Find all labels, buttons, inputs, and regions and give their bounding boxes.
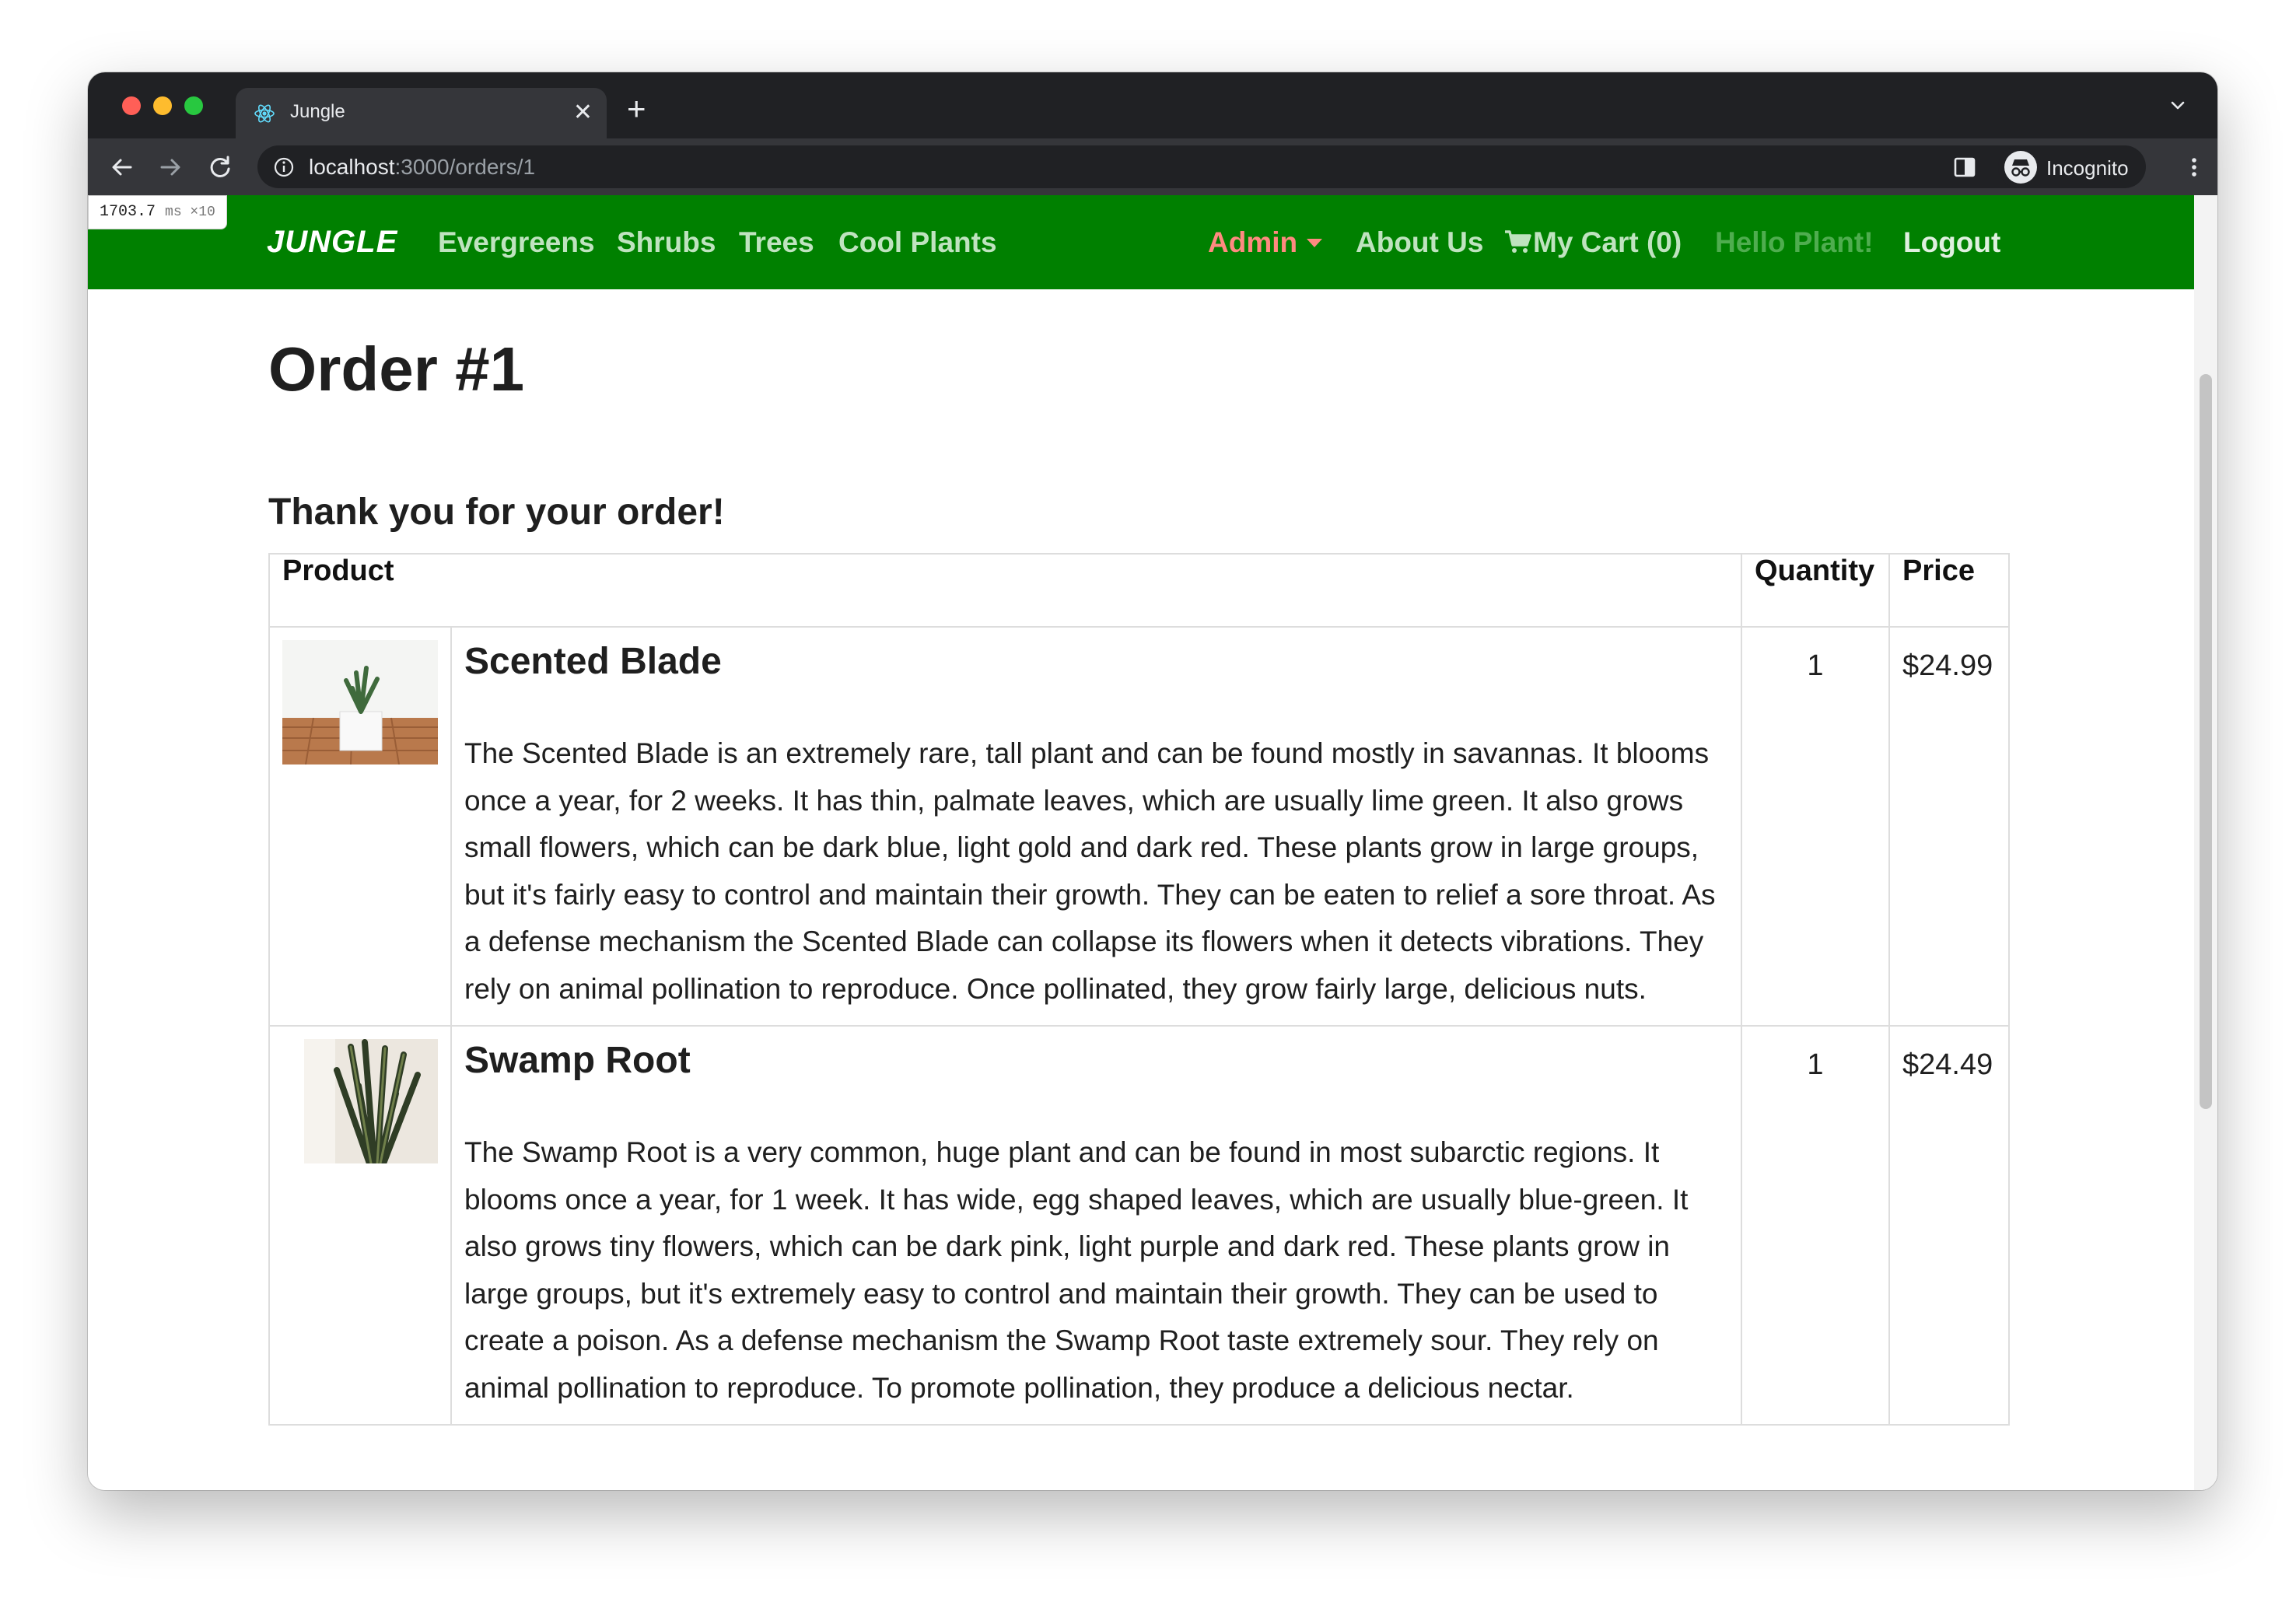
quantity-column-header: Quantity [1741, 553, 1890, 628]
snake-plant-image [304, 1039, 438, 1163]
render-time-unit: ms ×10 [165, 205, 215, 220]
product-name: Swamp Root [464, 1040, 691, 1081]
brand-logo[interactable]: JUNGLE [267, 225, 397, 260]
page-title: Order #1 [268, 334, 525, 404]
product-description: The Swamp Root is a very common, huge pl… [464, 1136, 1689, 1404]
more-menu-icon[interactable] [2180, 153, 2208, 181]
potted-plant-image [282, 640, 438, 765]
browser-toolbar: localhost:3000/orders/1 Incognito [88, 138, 2217, 195]
admin-label: Admin [1208, 226, 1298, 258]
my-cart-label: My Cart (0) [1533, 226, 1682, 258]
info-icon[interactable] [273, 156, 295, 178]
shopping-cart-icon [1505, 230, 1531, 253]
title-bar: Jungle ✕ + [88, 72, 2217, 138]
incognito-profile-button[interactable]: Incognito [1998, 145, 2146, 188]
url-text: localhost:3000/orders/1 [309, 155, 535, 180]
hello-user-text: Hello Plant! [1715, 226, 1874, 258]
product-name: Scented Blade [464, 641, 722, 682]
table-header-row: Product Quantity Price [268, 553, 2010, 628]
close-window-button[interactable] [122, 96, 141, 115]
url-host: localhost [309, 155, 395, 179]
product-column-header: Product [268, 553, 1742, 628]
scrollbar-thumb[interactable] [2200, 374, 2212, 1109]
nav-link-about-us[interactable]: About Us [1356, 226, 1483, 259]
quantity-cell: 1 [1741, 626, 1890, 1027]
side-panel-icon[interactable] [1951, 153, 1979, 181]
page-scrollbar[interactable] [2194, 195, 2217, 1490]
admin-dropdown[interactable]: Admin [1208, 226, 1323, 259]
product-details-cell: Scented Blade The Scented Blade is an ex… [450, 626, 1742, 1027]
tab-title: Jungle [290, 101, 345, 122]
order-items-table: Product Quantity Price Scented Blade The… [268, 553, 2010, 1426]
browser-window: Jungle ✕ + localhost:3000/orders/1 Incog… [88, 72, 2217, 1490]
product-description: The Scented Blade is an extremely rare, … [464, 737, 1716, 1005]
price-column-header: Price [1888, 553, 2010, 628]
nav-link-cool-plants[interactable]: Cool Plants [838, 226, 997, 259]
maximize-window-button[interactable] [184, 96, 203, 115]
site-navbar: JUNGLE Evergreens Shrubs Trees Cool Plan… [88, 195, 2194, 289]
tab-jungle[interactable]: Jungle ✕ [236, 88, 607, 138]
nav-link-trees[interactable]: Trees [739, 226, 814, 259]
page-viewport: 1703.7 ms ×10 JUNGLE Evergreens Shrubs T… [88, 195, 2217, 1490]
logout-link[interactable]: Logout [1903, 226, 2000, 259]
render-time-value: 1703.7 [100, 203, 156, 221]
product-details-cell: Swamp Root The Swamp Root is a very comm… [450, 1025, 1742, 1426]
nav-link-shrubs[interactable]: Shrubs [617, 226, 716, 259]
profile-label: Incognito [2046, 156, 2129, 180]
react-icon [254, 104, 275, 123]
minimize-window-button[interactable] [153, 96, 172, 115]
new-tab-button[interactable]: + [627, 93, 646, 125]
table-row: Swamp Root The Swamp Root is a very comm… [268, 1025, 2010, 1426]
price-cell: $24.99 [1888, 626, 2010, 1027]
incognito-icon [2004, 151, 2037, 184]
caret-down-icon [1307, 239, 1323, 247]
back-arrow-icon[interactable] [108, 153, 136, 181]
price-cell: $24.49 [1888, 1025, 2010, 1426]
reload-icon[interactable] [206, 153, 234, 181]
chevron-down-icon[interactable] [2168, 96, 2188, 116]
forward-arrow-icon[interactable] [156, 153, 184, 181]
thank-you-heading: Thank you for your order! [268, 492, 725, 533]
nav-link-evergreens[interactable]: Evergreens [438, 226, 595, 259]
product-image-cell [268, 626, 452, 1027]
quantity-cell: 1 [1741, 1025, 1890, 1426]
my-cart-link[interactable]: My Cart (0) [1503, 226, 1682, 259]
url-path: :3000/orders/1 [394, 155, 536, 179]
table-row: Scented Blade The Scented Blade is an ex… [268, 626, 2010, 1027]
address-bar[interactable]: localhost:3000/orders/1 [257, 145, 2076, 188]
render-time-badge: 1703.7 ms ×10 [88, 195, 227, 229]
product-image-cell [268, 1025, 452, 1426]
close-tab-icon[interactable]: ✕ [573, 99, 593, 127]
